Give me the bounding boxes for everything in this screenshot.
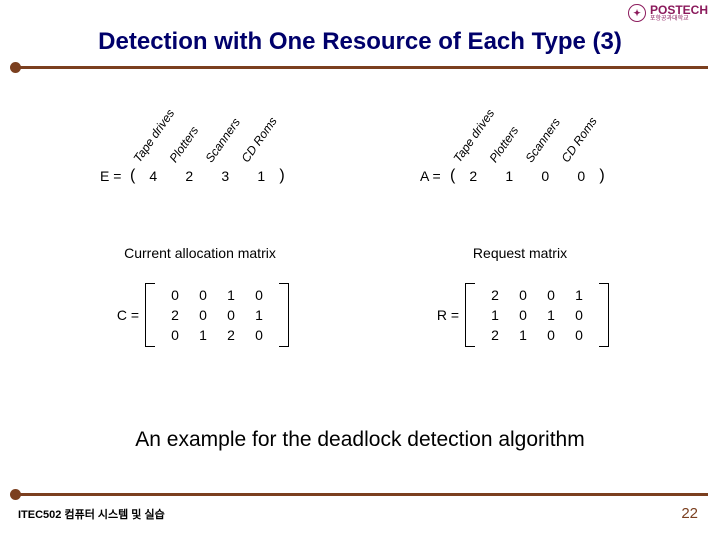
vector-e: Tape drives Plotters Scanners CD Roms E … — [100, 110, 300, 185]
col-label: Scanners — [523, 115, 564, 165]
col-label: Scanners — [203, 115, 244, 165]
cell: 1 — [509, 325, 537, 345]
page-number: 22 — [681, 505, 698, 522]
cell: 1 — [565, 285, 593, 305]
vectors-area: Tape drives Plotters Scanners CD Roms E … — [0, 110, 720, 185]
matrices-area: Current allocation matrix C = 0 0 1 0 2 … — [0, 245, 720, 347]
bracket-right — [599, 283, 609, 347]
cell: 0 — [245, 285, 273, 305]
bracket-right — [279, 283, 289, 347]
cell: 0 — [161, 285, 189, 305]
footer-divider — [12, 493, 708, 496]
logo-name: POSTECH — [650, 4, 708, 16]
footer-course: ITEC502 컴퓨터 시스템 및 실습 — [18, 506, 165, 522]
cell: 1 — [481, 305, 509, 325]
caption: An example for the deadlock detection al… — [0, 428, 720, 452]
col-label: Plotters — [487, 124, 522, 165]
vector-a: Tape drives Plotters Scanners CD Roms A … — [420, 110, 620, 185]
logo-sub: 포항공과대학교 — [650, 16, 708, 22]
col-label: Plotters — [167, 124, 202, 165]
col-label: CD Roms — [239, 114, 280, 165]
col-label: CD Roms — [559, 114, 600, 165]
page-title: Detection with One Resource of Each Type… — [0, 28, 720, 56]
paren-right: ) — [279, 167, 284, 185]
matrix-c: Current allocation matrix C = 0 0 1 0 2 … — [90, 245, 310, 347]
cell: 0 — [509, 285, 537, 305]
cell: 0 — [217, 305, 245, 325]
vec-value: 0 — [563, 168, 599, 184]
cell: 0 — [565, 305, 593, 325]
cell: 1 — [189, 325, 217, 345]
divider — [12, 66, 708, 69]
cell: 2 — [217, 325, 245, 345]
table-row: 2 1 0 0 — [481, 325, 593, 345]
column-labels: Tape drives Plotters Scanners CD Roms — [136, 110, 300, 165]
paren-right: ) — [599, 167, 604, 185]
table-row: 0 1 2 0 — [161, 325, 273, 345]
table-row: 1 0 1 0 — [481, 305, 593, 325]
cell: 0 — [509, 305, 537, 325]
matrix-label: Request matrix — [410, 245, 630, 261]
cell: 2 — [161, 305, 189, 325]
cell: 0 — [537, 285, 565, 305]
logo: ✦ POSTECH 포항공과대학교 — [628, 4, 708, 22]
cell: 1 — [245, 305, 273, 325]
matrix-label: Current allocation matrix — [90, 245, 310, 261]
cell: 0 — [537, 325, 565, 345]
cell: 0 — [245, 325, 273, 345]
matrix-r: Request matrix R = 2 0 0 1 1 0 1 0 2 — [410, 245, 630, 347]
vec-value: 2 — [171, 168, 207, 184]
cell: 1 — [537, 305, 565, 325]
cell: 2 — [481, 325, 509, 345]
vec-value: 1 — [243, 168, 279, 184]
vector-name: E = — [100, 168, 130, 184]
cell: 0 — [565, 325, 593, 345]
cell: 0 — [189, 305, 217, 325]
column-labels: Tape drives Plotters Scanners CD Roms — [456, 110, 620, 165]
table-row: 2 0 0 1 — [481, 285, 593, 305]
matrix-body: 0 0 1 0 2 0 0 1 0 1 2 0 — [161, 283, 273, 347]
logo-icon: ✦ — [628, 4, 646, 22]
bracket-left — [465, 283, 475, 347]
vec-value: 3 — [207, 168, 243, 184]
vec-value: 2 — [455, 168, 491, 184]
matrix-name: C = — [111, 307, 139, 323]
vec-value: 0 — [527, 168, 563, 184]
cell: 0 — [161, 325, 189, 345]
matrix-name: R = — [431, 307, 459, 323]
cell: 2 — [481, 285, 509, 305]
vec-value: 1 — [491, 168, 527, 184]
bracket-left — [145, 283, 155, 347]
vector-name: A = — [420, 168, 450, 184]
cell: 1 — [217, 285, 245, 305]
matrix-body: 2 0 0 1 1 0 1 0 2 1 0 0 — [481, 283, 593, 347]
vec-value: 4 — [135, 168, 171, 184]
table-row: 0 0 1 0 — [161, 285, 273, 305]
cell: 0 — [189, 285, 217, 305]
table-row: 2 0 0 1 — [161, 305, 273, 325]
